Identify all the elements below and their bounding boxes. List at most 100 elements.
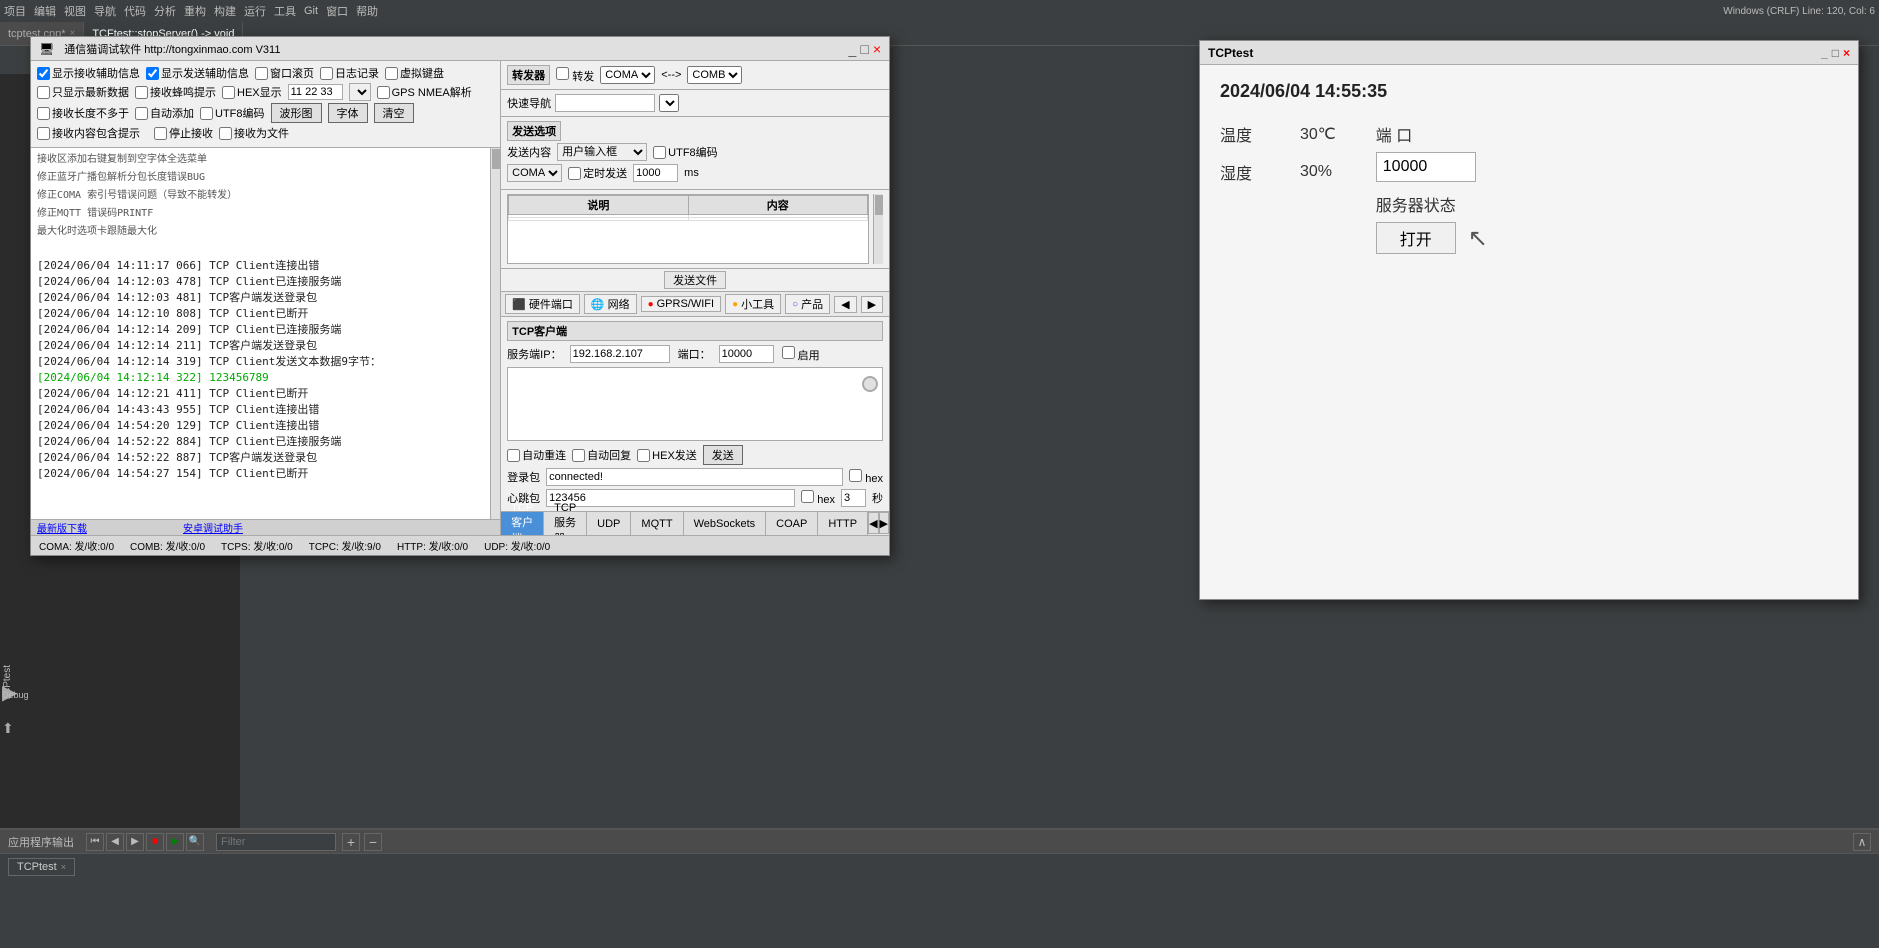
stop-recv-label[interactable]: 停止接收	[154, 125, 213, 141]
menu-window[interactable]: 窗口	[326, 3, 348, 19]
menu-tools[interactable]: 工具	[274, 3, 296, 19]
send-content-select[interactable]: 用户输入框	[557, 143, 647, 161]
hex-display-check[interactable]	[222, 86, 235, 99]
tab-websockets[interactable]: WebSockets	[684, 512, 767, 535]
product-btn[interactable]: 产品	[785, 294, 830, 314]
timed-ms-input[interactable]	[633, 164, 678, 182]
bottom-tab-close-icon[interactable]: ×	[61, 862, 66, 872]
hex-send-label[interactable]: HEX发送	[637, 447, 697, 463]
recv-len-check[interactable]	[37, 107, 50, 120]
bottom-toolbar-search[interactable]: 🔍	[186, 833, 204, 851]
content-include-label[interactable]: 接收内容包含提示	[37, 125, 140, 141]
bottom-toolbar-btn1[interactable]: ⏮	[86, 833, 104, 851]
table-cell-content2[interactable]	[688, 218, 867, 221]
open-server-btn[interactable]: 打开	[1376, 222, 1456, 254]
stop-recv-check[interactable]	[154, 127, 167, 140]
log-area[interactable]: 接收区添加右键复制到空字体全选菜单 修正蓝牙广播包解析分包长度错误BUG 修正C…	[31, 148, 490, 519]
window-scroll-label[interactable]: 窗口滚页	[255, 65, 314, 81]
menu-refactor[interactable]: 重构	[184, 3, 206, 19]
quicknav-select[interactable]: ▼	[659, 94, 679, 112]
serial-maximize-btn[interactable]: □	[860, 42, 868, 56]
timed-send-label[interactable]: 定时发送	[568, 165, 627, 181]
show-send-helper-check[interactable]	[146, 67, 159, 80]
debug-link[interactable]: 安卓调试助手	[183, 520, 243, 535]
scrollbar-thumb[interactable]	[492, 149, 500, 169]
table-scrollbar[interactable]	[873, 194, 883, 264]
tab-coap[interactable]: COAP	[766, 512, 818, 535]
hex-select[interactable]	[349, 83, 371, 101]
recv-to-file-check[interactable]	[219, 127, 232, 140]
show-recv-helper-label[interactable]: 显示接收辅助信息	[37, 65, 140, 81]
hex1-check[interactable]	[849, 469, 862, 482]
show-send-helper-label[interactable]: 显示发送辅助信息	[146, 65, 249, 81]
tab-udp[interactable]: UDP	[587, 512, 631, 535]
tab-prev-btn[interactable]: ◀	[868, 512, 878, 534]
beep-label[interactable]: 接收蜂鸣提示	[135, 84, 216, 100]
menu-code[interactable]: 代码	[124, 3, 146, 19]
hex-value-input[interactable]	[288, 84, 343, 100]
recv-len-label[interactable]: 接收长度不多于	[37, 105, 129, 121]
menu-help[interactable]: 帮助	[356, 3, 378, 19]
log-scrollbar[interactable]	[490, 148, 500, 519]
bottom-toolbar-run[interactable]: ▶	[166, 833, 184, 851]
menu-edit[interactable]: 编辑	[34, 3, 56, 19]
download-link[interactable]: 最新版下载	[37, 520, 87, 535]
recv-to-file-label[interactable]: 接收为文件	[219, 125, 289, 141]
tab-http[interactable]: HTTP	[818, 512, 868, 535]
log-label[interactable]: 日志记录	[320, 65, 379, 81]
bottom-add-btn[interactable]: +	[342, 833, 360, 851]
seconds-input[interactable]	[841, 489, 866, 507]
comb-select[interactable]: COMB	[687, 66, 742, 84]
tab-tcp-server[interactable]: TCP服务器	[544, 512, 587, 535]
virtual-kb-label[interactable]: 虚拟键盘	[385, 65, 444, 81]
table-scrollbar-thumb[interactable]	[875, 195, 883, 215]
bottom-toolbar-btn3[interactable]: ▶	[126, 833, 144, 851]
menu-build[interactable]: 构建	[214, 3, 236, 19]
more-btn[interactable]: ◀	[834, 296, 856, 313]
server-ip-input[interactable]	[570, 345, 670, 363]
bottom-toolbar-stop[interactable]: ■	[146, 833, 164, 851]
utf8-check[interactable]	[200, 107, 213, 120]
tcptest-minimize-icon[interactable]: _	[1821, 46, 1828, 60]
menu-run[interactable]: 运行	[244, 3, 266, 19]
hardware-port-btn[interactable]: ⬛ 硬件端口	[505, 294, 580, 314]
menu-project[interactable]: 项目	[4, 3, 26, 19]
tcp-log[interactable]	[507, 367, 883, 441]
port-field[interactable]	[1376, 152, 1476, 182]
gprs-btn[interactable]: GPRS/WIFI	[641, 296, 722, 312]
menu-navigate[interactable]: 导航	[94, 3, 116, 19]
tcp-send-btn[interactable]: 发送	[703, 445, 743, 465]
only-latest-check[interactable]	[37, 86, 50, 99]
auto-reconnect-check[interactable]	[507, 449, 520, 462]
auto-reply-label[interactable]: 自动回复	[572, 447, 631, 463]
enable-check[interactable]	[782, 346, 795, 359]
gps-label[interactable]: GPS NMEA解析	[377, 84, 472, 100]
forward-check[interactable]	[556, 67, 569, 80]
clear-btn[interactable]: 清空	[374, 103, 414, 123]
login-pkg-input[interactable]	[546, 468, 843, 486]
heartbeat-input[interactable]	[546, 489, 795, 507]
serial-minimize-btn[interactable]: _	[849, 42, 857, 56]
hex1-label[interactable]: hex	[849, 469, 883, 485]
forward-label[interactable]: 转发	[556, 67, 594, 84]
font-btn[interactable]: 字体	[328, 103, 368, 123]
utf8-label[interactable]: UTF8编码	[200, 105, 265, 121]
serial-close-btn[interactable]: ×	[873, 42, 881, 56]
auto-add-label[interactable]: 自动添加	[135, 105, 194, 121]
bottom-tab-tcptest[interactable]: TCPtest ×	[8, 858, 75, 876]
hex-send-check[interactable]	[637, 449, 650, 462]
beep-check[interactable]	[135, 86, 148, 99]
menu-git[interactable]: Git	[304, 5, 318, 17]
bottom-toolbar-btn2[interactable]: ◀	[106, 833, 124, 851]
tcp-port-input[interactable]	[719, 345, 774, 363]
table-cell-desc2[interactable]	[509, 218, 688, 221]
utf8-send-label[interactable]: UTF8编码	[653, 144, 718, 160]
network-btn[interactable]: 🌐 网络	[584, 294, 637, 314]
tab-tcp-client[interactable]: TCP客户端	[501, 512, 544, 535]
tools-btn[interactable]: 小工具	[725, 294, 781, 314]
coma-select[interactable]: COMA	[600, 66, 655, 84]
send-file-btn[interactable]: 发送文件	[664, 271, 726, 289]
menu-analyze[interactable]: 分析	[154, 3, 176, 19]
upload-icon[interactable]: ⬆	[2, 720, 14, 737]
tab-next-btn[interactable]: ▶	[879, 512, 889, 534]
